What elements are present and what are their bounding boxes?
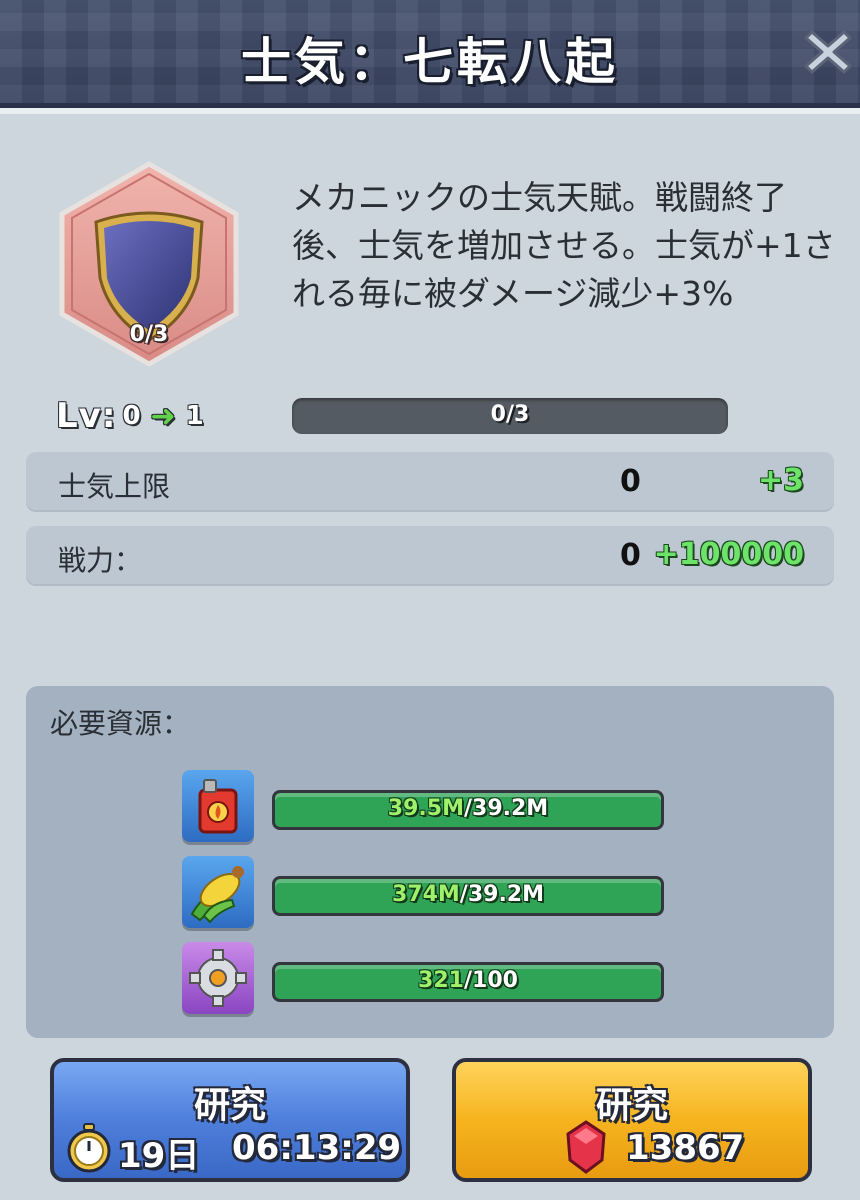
stat-label: 戦力： xyxy=(58,544,143,577)
close-button[interactable] xyxy=(804,22,852,78)
level-indicator: Lv: 0 ➜ 1 xyxy=(56,396,210,436)
resource-need: /100 xyxy=(463,968,518,993)
research-timer-button[interactable]: 研究 19日 06:13:29 xyxy=(50,1058,410,1182)
level-progress-text: 0/3 xyxy=(490,402,530,427)
panel-divider xyxy=(0,108,860,114)
stat-current: 0 xyxy=(620,464,641,499)
stat-row-morale-cap: 士気上限 0 +3 xyxy=(26,452,834,512)
dialog-title: 士気：七転八起 xyxy=(241,33,619,91)
resource-bar-parts: 321/100 xyxy=(272,962,664,1002)
resource-have: 321 xyxy=(418,968,464,993)
resource-have: 374M xyxy=(391,882,460,907)
resource-amount: 321/100 xyxy=(275,968,661,993)
gem-cost: 13867 xyxy=(626,1128,745,1168)
level-label: Lv: xyxy=(56,396,117,436)
resource-amount: 374M/39.2M xyxy=(275,882,661,907)
fuel-can-icon xyxy=(198,779,238,834)
dialog-header: 士気：七転八起 xyxy=(0,0,860,108)
resource-have: 39.5M xyxy=(387,796,464,821)
talent-description: メカニックの士気天賦。戦闘終了後、士気を増加させる。士気が+1される毎に被ダメー… xyxy=(292,178,836,313)
resource-icon-frame xyxy=(182,770,254,842)
resource-need: /39.2M xyxy=(459,882,545,907)
close-icon xyxy=(804,30,852,74)
button-label: 研究 xyxy=(595,1085,668,1126)
resource-icon-frame xyxy=(182,856,254,928)
resource-bar-fuel: 39.5M/39.2M xyxy=(272,790,664,830)
research-time: 06:13:29 xyxy=(232,1128,402,1168)
resource-amount: 39.5M/39.2M xyxy=(275,796,661,821)
required-resources-panel: 必要資源： 39.5M/39.2M 374M/39.2M 321/100 xyxy=(26,686,834,1038)
corn-icon xyxy=(190,866,244,924)
research-gems-button[interactable]: 研究 13867 xyxy=(452,1058,812,1182)
level-next: 1 xyxy=(185,401,204,431)
stopwatch-icon xyxy=(67,1123,111,1173)
resource-icon-frame xyxy=(182,942,254,1014)
stat-label: 士気上限 xyxy=(58,470,171,503)
button-label: 研究 xyxy=(193,1085,266,1126)
resources-title: 必要資源： xyxy=(50,707,191,740)
gear-icon xyxy=(189,949,247,1007)
resource-bar-food: 374M/39.2M xyxy=(272,876,664,916)
stat-increase: +3 xyxy=(757,463,804,498)
resource-need: /39.2M xyxy=(463,796,549,821)
stat-increase: +100000 xyxy=(653,537,804,572)
level-current: 0 xyxy=(122,401,141,431)
research-days: 19日 xyxy=(118,1136,200,1176)
ruby-gem-icon xyxy=(566,1120,606,1174)
arrow-right-icon: ➜ xyxy=(150,398,176,434)
talent-badge-count: 0/3 xyxy=(129,322,169,347)
stat-current: 0 xyxy=(620,538,641,573)
stat-row-power: 戦力： 0 +100000 xyxy=(26,526,834,586)
level-progress-bar: 0/3 xyxy=(292,398,728,434)
